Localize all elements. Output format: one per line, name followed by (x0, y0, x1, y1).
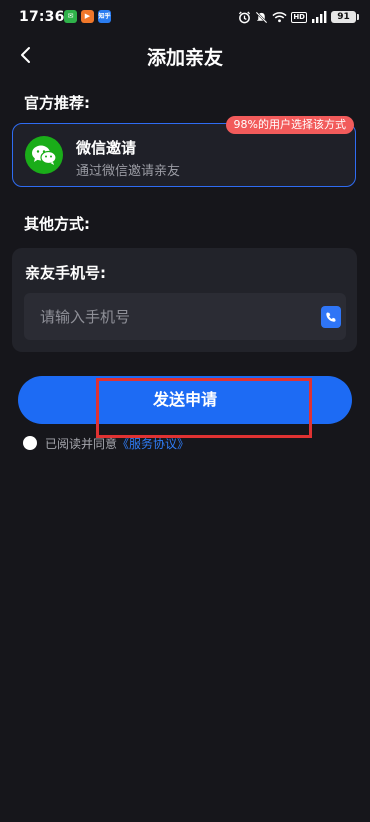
phone-invite-card: 亲友手机号: (12, 248, 357, 352)
status-bar: 17:36 ✉ ▶ 知乎 HD 91 (0, 0, 370, 34)
battery-indicator: 91 (331, 11, 359, 23)
phone-number-label: 亲友手机号: (25, 264, 106, 282)
phone-number-input[interactable] (40, 293, 300, 340)
wechat-invite-title: 微信邀请 (76, 139, 137, 157)
alarm-icon (239, 10, 251, 23)
send-request-button[interactable]: 发送申请 (18, 376, 352, 424)
mute-icon (255, 11, 268, 23)
recommend-section-label: 官方推荐: (24, 94, 90, 112)
agreement-row: 已阅读并同意 《服务协议》 (23, 434, 189, 452)
header: 添加亲友 (0, 34, 370, 78)
agreement-text: 已阅读并同意 (45, 436, 118, 451)
wechat-icon (25, 136, 63, 174)
agreement-radio[interactable] (23, 436, 37, 450)
hd-badge: HD (291, 11, 307, 23)
contacts-icon[interactable] (321, 306, 341, 328)
phone-input-container (24, 293, 346, 340)
status-time: 17:36 (19, 9, 65, 25)
service-agreement-link[interactable]: 《服务协议》 (117, 435, 189, 452)
wechat-invite-subtitle: 通过微信邀请亲友 (76, 164, 181, 179)
status-indicators: HD 91 (238, 8, 359, 26)
wifi-icon (272, 12, 287, 23)
page-title: 添加亲友 (146, 47, 223, 69)
wechat-invite-card[interactable]: 微信邀请 通过微信邀请亲友 98%的用户选择该方式 (12, 116, 356, 187)
other-methods-label: 其他方式: (24, 215, 90, 233)
recommend-badge: 98%的用户选择该方式 (225, 116, 354, 134)
notification-app-icon: ✉ (64, 10, 77, 23)
notification-app-icon: ▶ (81, 10, 94, 23)
signal-icon (312, 11, 327, 23)
add-relative-screen: 17:36 ✉ ▶ 知乎 HD 91 添加亲友 官方推荐: 微信邀请 通过微信邀… (0, 0, 370, 822)
zhihu-notification-icon: 知乎 (98, 10, 111, 23)
